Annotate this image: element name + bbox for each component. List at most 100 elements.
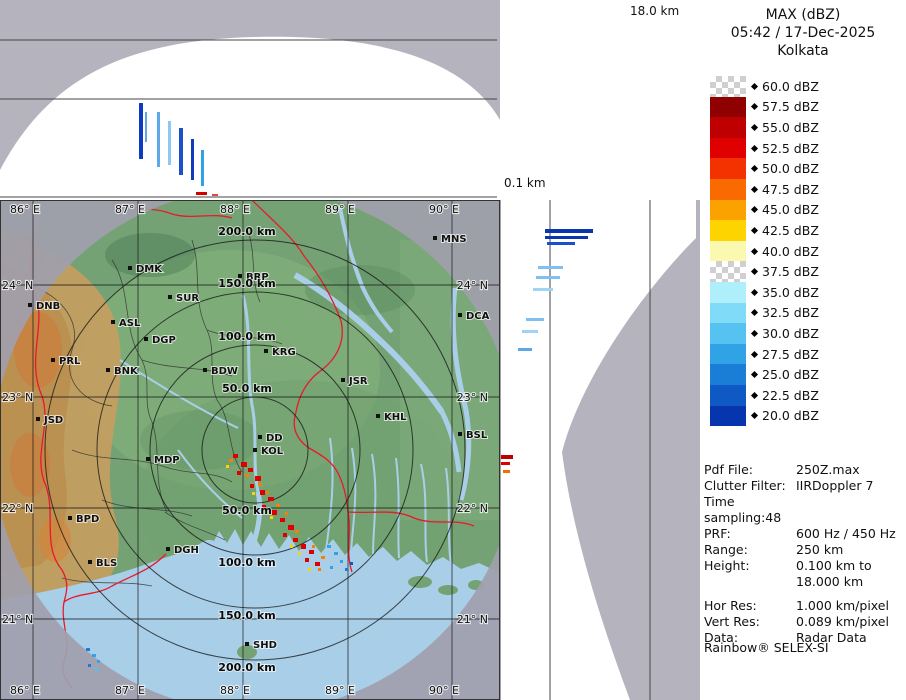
svg-text:23° N: 23° N [2, 391, 33, 404]
legend-row: 42.5 dBZ [710, 220, 819, 241]
software-credit: Rainbow® SELEX-SI [704, 640, 829, 655]
svg-text:100.0 km: 100.0 km [218, 330, 275, 343]
legend-color-swatch [710, 220, 746, 241]
svg-text:BSL: BSL [466, 430, 488, 441]
radar-map-graphic: MNSDMKBRPSURDNBASLDGPKRGDCAPRLBNKBDWJSRJ… [0, 200, 500, 700]
legend-color-swatch [710, 158, 746, 179]
metadata-row: Height:0.100 km to [704, 558, 904, 574]
metadata-row: Pdf File:250Z.max [704, 462, 904, 478]
legend-tick-icon [751, 248, 758, 255]
svg-text:KOL: KOL [261, 446, 284, 457]
legend-label: 30.0 dBZ [762, 326, 819, 341]
svg-text:87° E: 87° E [115, 684, 145, 697]
legend-color-swatch [710, 303, 746, 324]
svg-text:BDW: BDW [211, 366, 238, 377]
product-datetime: 05:42 / 17-Dec-2025 [700, 24, 906, 42]
svg-text:23° N: 23° N [457, 391, 488, 404]
metadata-label: Range: [704, 542, 796, 558]
legend-label: 25.0 dBZ [762, 367, 819, 382]
metadata-row: Time sampling:48 [704, 494, 904, 526]
info-panel: MAX (dBZ) 05:42 / 17-Dec-2025 Kolkata 60… [700, 0, 906, 700]
svg-text:86° E: 86° E [10, 684, 40, 697]
radar-map: MNSDMKBRPSURDNBASLDGPKRGDCAPRLBNKBDWJSRJ… [0, 200, 500, 700]
svg-text:KHL: KHL [384, 412, 407, 423]
svg-text:DMK: DMK [136, 264, 163, 275]
legend-tick-icon [751, 392, 758, 399]
radar-product-display: 18.0 km 0.1 km [0, 0, 906, 700]
svg-text:200.0 km: 200.0 km [218, 225, 275, 238]
legend-row: 25.0 dBZ [710, 364, 819, 385]
legend-color-swatch [710, 138, 746, 159]
legend-row: 37.5 dBZ [710, 261, 819, 282]
svg-text:90° E: 90° E [429, 203, 459, 216]
metadata-label: PRF: [704, 526, 796, 542]
legend-label: 27.5 dBZ [762, 347, 819, 362]
metadata-value: 250 km [796, 542, 843, 558]
legend-row: 50.0 dBZ [710, 158, 819, 179]
radar-site-name: Kolkata [700, 42, 906, 60]
svg-text:88° E: 88° E [220, 684, 250, 697]
svg-text:ASL: ASL [119, 318, 141, 329]
svg-text:BNK: BNK [114, 366, 139, 377]
svg-text:MNS: MNS [441, 234, 467, 245]
legend-tick-icon [751, 227, 758, 234]
metadata-value: 18.000 km [796, 574, 863, 590]
legend-color-swatch [710, 241, 746, 262]
metadata-value: 600 Hz / 450 Hz [796, 526, 896, 542]
legend-color-swatch [710, 97, 746, 118]
svg-text:BLS: BLS [96, 558, 117, 569]
height-axis-max-label: 18.0 km [630, 4, 679, 18]
svg-text:200.0 km: 200.0 km [218, 661, 275, 674]
legend-tick-icon [751, 124, 758, 131]
metadata-label: Hor Res: [704, 598, 796, 614]
legend-color-swatch [710, 344, 746, 365]
legend-color-swatch [710, 200, 746, 221]
metadata-label: Clutter Filter: [704, 478, 796, 494]
legend-tick-icon [751, 350, 758, 357]
metadata-row: Range:250 km [704, 542, 904, 558]
svg-text:BPD: BPD [76, 514, 99, 525]
metadata-value: 1.000 km/pixel [796, 598, 889, 614]
metadata-row: PRF:600 Hz / 450 Hz [704, 526, 904, 542]
legend-label: 52.5 dBZ [762, 141, 819, 156]
legend-label: 20.0 dBZ [762, 408, 819, 423]
legend-row: 27.5 dBZ [710, 344, 819, 365]
metadata-label: Pdf File: [704, 462, 796, 478]
legend-label: 40.0 dBZ [762, 244, 819, 259]
height-axis-min-label: 0.1 km [504, 176, 546, 190]
svg-text:21° N: 21° N [457, 613, 488, 626]
legend-tick-icon [751, 206, 758, 213]
side-projection-graphic [500, 200, 700, 700]
legend-label: 60.0 dBZ [762, 79, 819, 94]
legend-row: 52.5 dBZ [710, 138, 819, 159]
legend-row: 55.0 dBZ [710, 117, 819, 138]
legend-label: 42.5 dBZ [762, 223, 819, 238]
metadata-row: Hor Res:1.000 km/pixel [704, 598, 904, 614]
legend-color-swatch [710, 117, 746, 138]
legend-tick-icon [751, 309, 758, 316]
legend-color-swatch [710, 385, 746, 406]
svg-text:DGP: DGP [152, 335, 176, 346]
legend-row: 35.0 dBZ [710, 282, 819, 303]
legend-label: 47.5 dBZ [762, 182, 819, 197]
legend-label: 37.5 dBZ [762, 264, 819, 279]
legend-row: 40.0 dBZ [710, 241, 819, 262]
legend-tick-icon [751, 412, 758, 419]
legend-row: 20.0 dBZ [710, 406, 819, 427]
svg-text:21° N: 21° N [2, 613, 33, 626]
legend-tick-icon [751, 83, 758, 90]
legend-row: 32.5 dBZ [710, 303, 819, 324]
legend-label: 57.5 dBZ [762, 99, 819, 114]
legend-color-swatch [710, 323, 746, 344]
legend-tick-icon [751, 330, 758, 337]
product-metadata: Pdf File:250Z.maxClutter Filter:IIRDoppl… [704, 462, 904, 646]
svg-text:24° N: 24° N [2, 279, 33, 292]
legend-row: 45.0 dBZ [710, 200, 819, 221]
metadata-value: IIRDoppler 7 [796, 478, 873, 494]
metadata-value: 0.089 km/pixel [796, 614, 889, 630]
legend-label: 55.0 dBZ [762, 120, 819, 135]
legend-tick-icon [751, 186, 758, 193]
metadata-label: Vert Res: [704, 614, 796, 630]
legend-tick-icon [751, 268, 758, 275]
svg-text:150.0 km: 150.0 km [218, 609, 275, 622]
